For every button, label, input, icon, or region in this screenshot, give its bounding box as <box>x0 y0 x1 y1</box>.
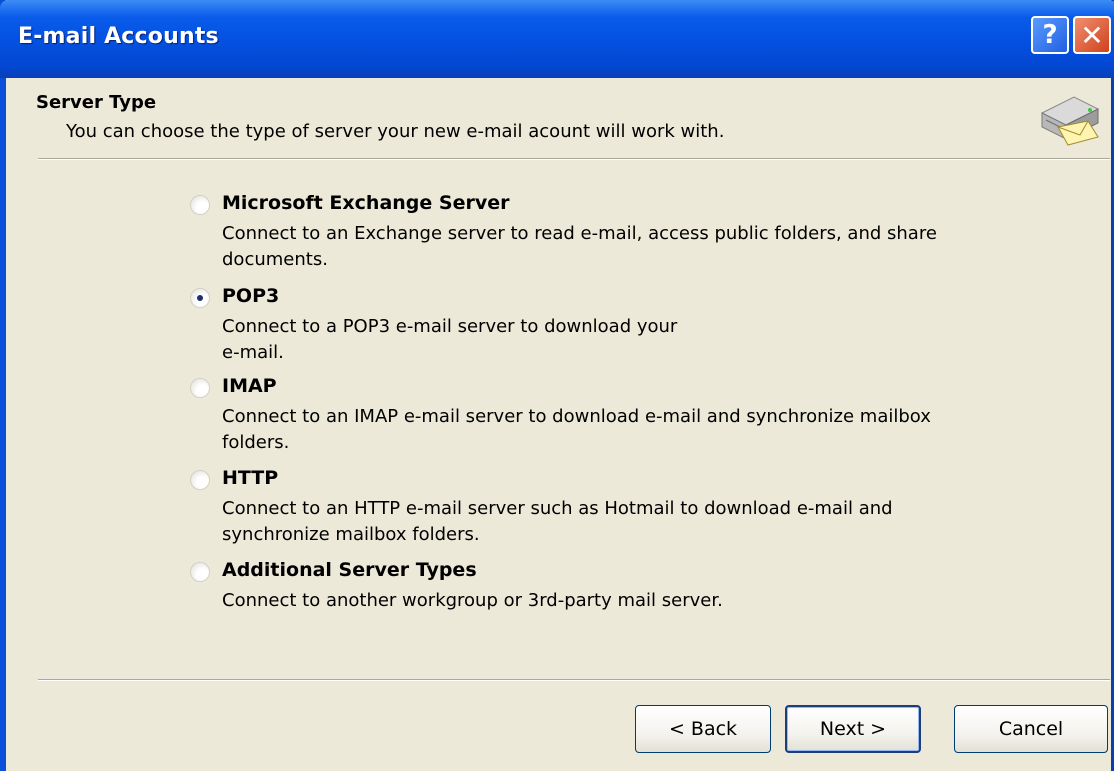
window-title: E-mail Accounts <box>18 24 219 49</box>
help-icon: ? <box>1042 20 1058 50</box>
title-bar[interactable]: E-mail Accounts ? ✕ <box>0 0 1114 78</box>
next-button[interactable]: Next > <box>785 705 921 753</box>
option-http-description: Connect to an HTTP e-mail server such as… <box>222 498 893 545</box>
server-mail-icon <box>1040 96 1100 146</box>
option-additional-label: Additional Server Types <box>222 559 477 581</box>
page-description: You can choose the type of server your n… <box>66 121 725 142</box>
option-imap-label: IMAP <box>222 375 277 397</box>
close-button[interactable]: ✕ <box>1073 16 1111 54</box>
footer-divider <box>38 679 1110 681</box>
back-button[interactable]: < Back <box>635 705 771 753</box>
page-title: Server Type <box>36 92 157 113</box>
radio-http[interactable] <box>190 470 210 490</box>
cancel-button[interactable]: Cancel <box>954 705 1108 753</box>
radio-pop3[interactable] <box>190 288 210 308</box>
option-pop3-label: POP3 <box>222 285 280 307</box>
radio-imap[interactable] <box>190 378 210 398</box>
option-http-label: HTTP <box>222 467 279 489</box>
option-imap-description: Connect to an IMAP e-mail server to down… <box>222 406 931 453</box>
option-additional-description: Connect to another workgroup or 3rd-part… <box>222 590 723 611</box>
close-icon: ✕ <box>1080 18 1104 52</box>
radio-exchange[interactable] <box>190 195 210 215</box>
option-exchange-description: Connect to an Exchange server to read e-… <box>222 223 937 270</box>
email-accounts-dialog: E-mail Accounts ? ✕ Server Type You can … <box>0 0 1114 771</box>
option-exchange-label: Microsoft Exchange Server <box>222 192 510 214</box>
help-button[interactable]: ? <box>1031 16 1069 54</box>
header-divider <box>38 158 1110 160</box>
option-pop3-description: Connect to a POP3 e-mail server to downl… <box>222 316 678 363</box>
radio-additional[interactable] <box>190 562 210 582</box>
